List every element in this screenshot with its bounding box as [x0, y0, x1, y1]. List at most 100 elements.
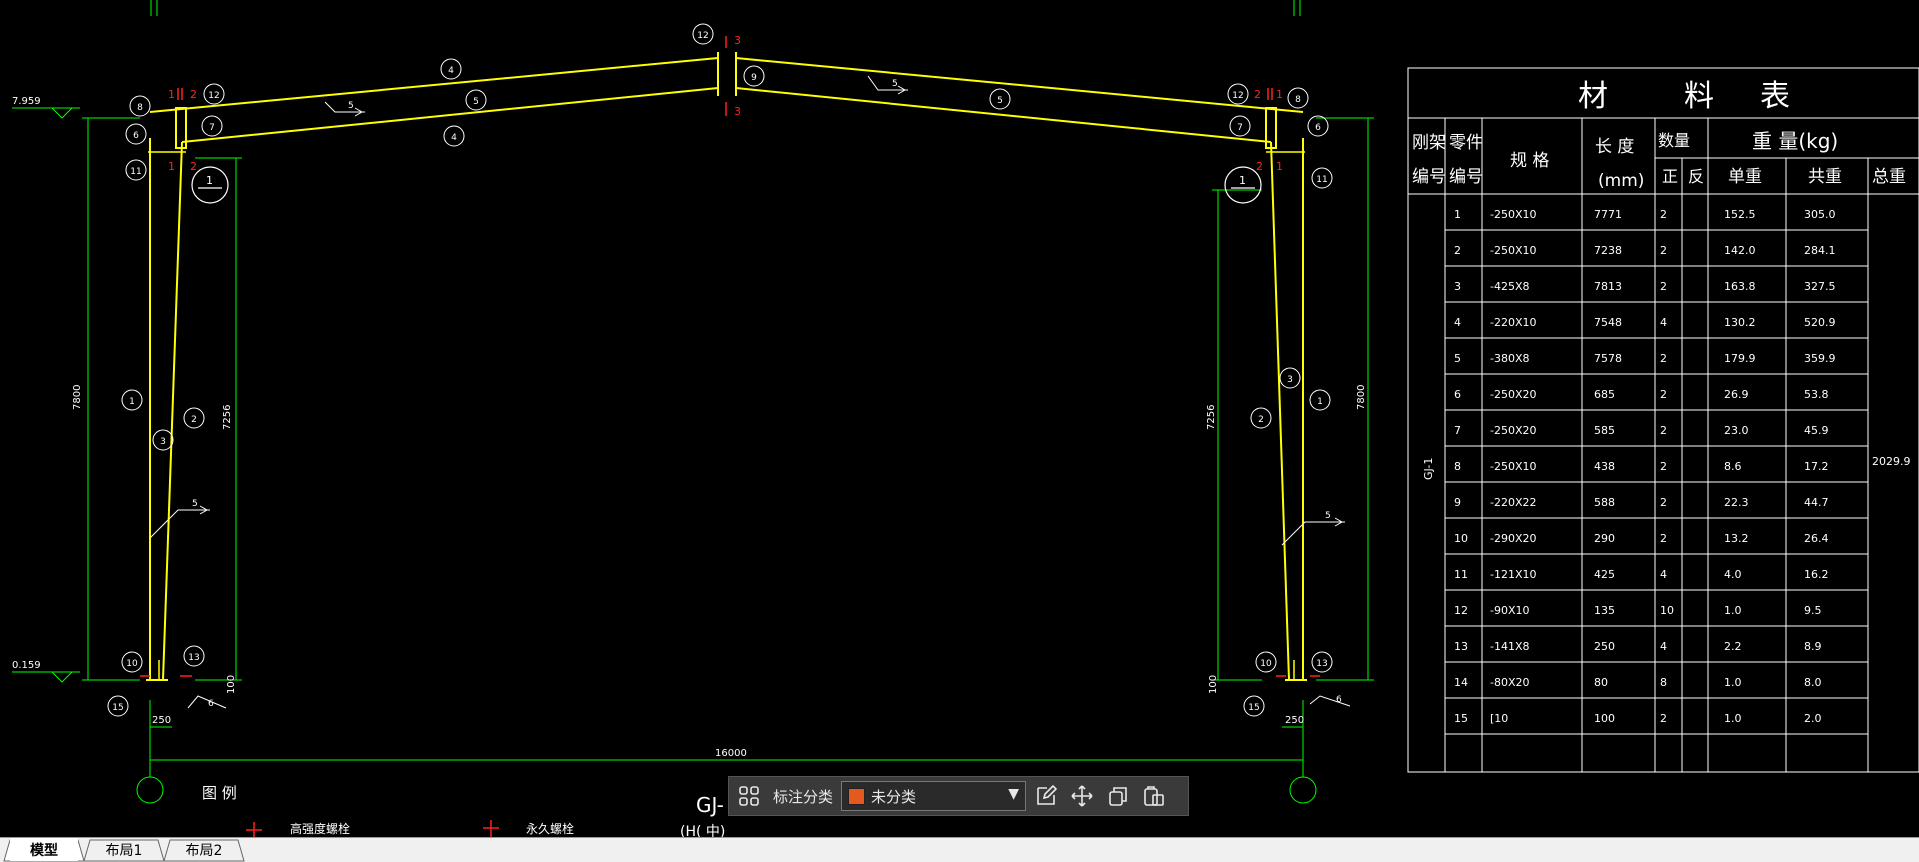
- svg-text:(H( 中): (H( 中): [680, 824, 725, 837]
- table-cell-len: 7578: [1594, 352, 1622, 365]
- table-cell-unit: 1.0: [1724, 712, 1742, 725]
- table-cell-no: 2: [1454, 244, 1461, 257]
- header-part: 零件: [1449, 133, 1483, 153]
- table-cell-no: 11: [1454, 568, 1468, 581]
- balloon-label: 12: [208, 91, 219, 101]
- table-cell-len: 290: [1594, 532, 1615, 545]
- table-cell-spec: -250X10: [1490, 460, 1537, 473]
- grid-apps-icon[interactable]: [733, 780, 765, 812]
- svg-text:1: 1: [168, 88, 175, 101]
- header-sum-weight: 共重: [1808, 167, 1842, 187]
- table-cell-spec: -220X22: [1490, 496, 1537, 509]
- balloon-label: 7: [209, 123, 215, 133]
- balloon-label: 7: [1237, 123, 1243, 133]
- table-cell-sum: 9.5: [1804, 604, 1822, 617]
- header-weight: 重 量(kg): [1752, 129, 1838, 153]
- balloon-label: 1: [129, 397, 135, 407]
- dim-small-right: 100: [1208, 675, 1219, 694]
- annotate-category-label: 标注分类: [773, 787, 834, 806]
- balloon-label: 10: [126, 659, 138, 669]
- svg-text:5: 5: [192, 499, 198, 509]
- balloon-label: 15: [1248, 703, 1259, 713]
- svg-text:5: 5: [892, 79, 898, 89]
- table-cell-len: 7771: [1594, 208, 1622, 221]
- table-cell-no: 8: [1454, 460, 1461, 473]
- table-cell-qty: 8: [1660, 676, 1667, 689]
- copy-icon[interactable]: [1102, 780, 1134, 812]
- svg-text:6: 6: [208, 699, 214, 709]
- chevron-down-icon: ▼: [1008, 786, 1020, 802]
- svg-text:图 例: 图 例: [202, 784, 237, 802]
- dim-inner-right: 7256: [1206, 405, 1217, 430]
- table-cell-unit: 26.9: [1724, 388, 1749, 401]
- table-cell-len: 7238: [1594, 244, 1622, 257]
- svg-text:3: 3: [734, 105, 741, 118]
- table-cell-sum: 284.1: [1804, 244, 1836, 257]
- table-cell-len: 588: [1594, 496, 1615, 509]
- category-dropdown[interactable]: 未分类 ▼: [841, 781, 1027, 811]
- table-cell-sum: 359.9: [1804, 352, 1836, 365]
- balloon-label: 4: [448, 66, 454, 76]
- table-cell-unit: 1.0: [1724, 604, 1742, 617]
- table-cell-no: 1: [1454, 208, 1461, 221]
- balloon-label: 4: [451, 133, 457, 143]
- table-cell-qty: 2: [1660, 280, 1667, 293]
- header-part: 编号: [1449, 167, 1483, 187]
- table-cell-len: 250: [1594, 640, 1615, 653]
- edit-icon[interactable]: [1030, 780, 1062, 812]
- table-cell-no: 5: [1454, 352, 1461, 365]
- table-cell-len: 100: [1594, 712, 1615, 725]
- balloon-label: 5: [997, 96, 1003, 106]
- table-cell-qty: 2: [1660, 496, 1667, 509]
- balloon-label: 12: [1232, 91, 1243, 101]
- balloon-label: 2: [1258, 415, 1264, 425]
- table-cell-no: 9: [1454, 496, 1461, 509]
- header-total-weight: 总重: [1872, 167, 1906, 187]
- dim-small-left: 100: [226, 675, 237, 694]
- balloon-label: 1: [1317, 397, 1323, 407]
- table-cell-qty: 2: [1660, 424, 1667, 437]
- category-color-swatch: [848, 787, 866, 805]
- paste-icon[interactable]: [1138, 780, 1170, 812]
- table-cell-qty: 2: [1660, 712, 1667, 725]
- table-cell-sum: 2.0: [1804, 712, 1822, 725]
- dim-inner-left: 7256: [222, 405, 233, 430]
- table-cell-qty: 4: [1660, 640, 1667, 653]
- svg-text:5: 5: [348, 101, 354, 111]
- move-icon[interactable]: [1066, 780, 1098, 812]
- balloon-label: 15: [112, 703, 123, 713]
- table-cell-unit: 152.5: [1724, 208, 1756, 221]
- table-cell-len: 7813: [1594, 280, 1622, 293]
- legend: 图 例 高强度螺栓 永久螺栓 GJ- (H( 中): [202, 784, 725, 837]
- layout-tabbar: 模型 布局1 布局2: [0, 837, 1919, 862]
- table-cell-len: 135: [1594, 604, 1615, 617]
- table-cell-spec: [10: [1490, 712, 1508, 725]
- svg-text:1: 1: [1276, 88, 1283, 101]
- material-table-rows: 1 -250X10 7771 2 152.5 305.02 -250X10 7238 2 142.…: [1445, 208, 1868, 735]
- svg-text:1: 1: [1239, 174, 1246, 187]
- table-cell-qty: 4: [1660, 568, 1667, 581]
- table-cell-spec: -290X20: [1490, 532, 1537, 545]
- balloon-label: 5: [473, 97, 479, 107]
- table-cell-len: 7548: [1594, 316, 1622, 329]
- balloon-label: 11: [130, 167, 141, 177]
- table-cell-no: 6: [1454, 388, 1461, 401]
- table-cell-spec: -250X10: [1490, 244, 1537, 257]
- elevation-bottom: 0.159: [12, 660, 41, 671]
- svg-text:2: 2: [1254, 88, 1261, 101]
- balloon-label: 6: [1315, 123, 1321, 133]
- tab-layout1[interactable]: 布局1: [90, 838, 158, 861]
- balloon-label: 13: [188, 653, 199, 663]
- balloon-label: 9: [751, 73, 757, 83]
- tab-layout2[interactable]: 布局2: [170, 838, 238, 861]
- table-cell-spec: -425X8: [1490, 280, 1530, 293]
- svg-text:2: 2: [190, 160, 197, 173]
- table-cell-no: 14: [1454, 676, 1468, 689]
- table-cell-no: 12: [1454, 604, 1468, 617]
- svg-text:6: 6: [1336, 695, 1342, 705]
- table-cell-spec: -90X10: [1490, 604, 1530, 617]
- cad-canvas[interactable]: 7.959 0.159 7800 7256 7800 7256 16000 25…: [0, 0, 1919, 837]
- category-value: 未分类: [871, 787, 917, 806]
- tab-model[interactable]: 模型: [10, 838, 78, 861]
- weld-symbols: [149, 75, 1351, 709]
